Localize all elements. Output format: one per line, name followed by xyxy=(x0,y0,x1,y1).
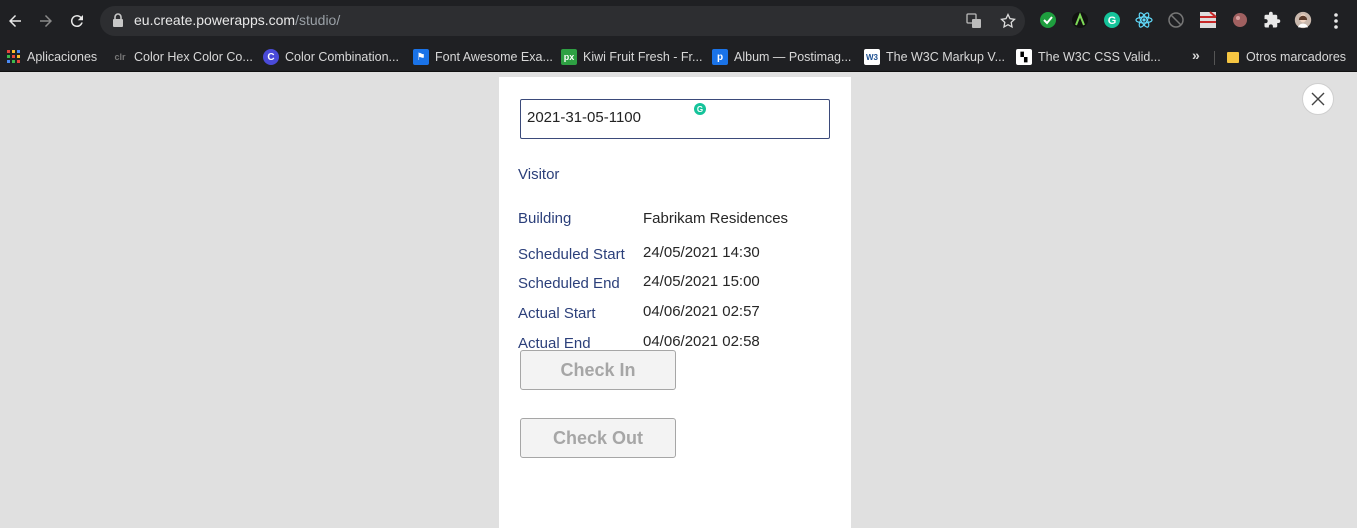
scheduled-start-label: Scheduled Start xyxy=(518,246,625,263)
bookmark-item[interactable]: W3 The W3C Markup V... xyxy=(864,47,1005,67)
record-name-field[interactable] xyxy=(527,109,817,126)
ext-table-icon[interactable] xyxy=(1199,11,1217,29)
bookmark-label: The W3C CSS Valid... xyxy=(1038,50,1161,64)
forward-button[interactable] xyxy=(35,10,57,32)
bookmark-item[interactable]: px Kiwi Fruit Fresh - Fr... xyxy=(561,47,702,67)
arrow-left-icon xyxy=(9,15,21,27)
check-out-button[interactable]: Check Out xyxy=(520,418,676,458)
arrow-right-icon xyxy=(40,15,52,27)
bookmark-label: Font Awesome Exa... xyxy=(435,50,553,64)
bookmark-item[interactable]: Aplicaciones xyxy=(7,47,97,67)
ext-figure-icon[interactable] xyxy=(1071,11,1089,29)
svg-text:G: G xyxy=(1108,15,1117,27)
translate-icon[interactable] xyxy=(966,13,982,29)
more-vert-icon[interactable] xyxy=(1329,11,1343,31)
star-icon[interactable] xyxy=(1000,13,1016,29)
actual-start-label: Actual Start xyxy=(518,305,596,322)
bookmark-label: Kiwi Fruit Fresh - Fr... xyxy=(583,50,703,64)
apps-grid-icon xyxy=(7,50,20,63)
browser-toolbar: eu.create.powerapps.com/studio/ G xyxy=(0,0,1357,42)
bookmark-item[interactable]: ▚ The W3C CSS Valid... xyxy=(1016,47,1161,67)
more-bookmarks-chevron[interactable]: » xyxy=(1192,47,1200,63)
bookmark-item[interactable]: ⚑ Font Awesome Exa... xyxy=(413,47,553,67)
bookmark-label: The W3C Markup V... xyxy=(886,50,1006,64)
lock-icon xyxy=(113,13,123,27)
building-value: Fabrikam Residences xyxy=(643,210,789,227)
building-label: Building xyxy=(518,210,572,227)
close-icon xyxy=(1311,92,1325,106)
visitor-label: Visitor xyxy=(518,166,560,183)
check-in-button[interactable]: Check In xyxy=(520,350,676,390)
other-bookmarks-folder[interactable]: Otros marcadores xyxy=(1226,47,1346,67)
reload-icon xyxy=(70,15,83,28)
bookmark-label: Album — Postimag... xyxy=(734,50,852,64)
color-combination-icon: C xyxy=(263,49,279,65)
bookmark-item[interactable]: clr Color Hex Color Co... xyxy=(112,47,253,67)
record-name-input[interactable]: G xyxy=(520,99,830,139)
other-bookmarks-label: Otros marcadores xyxy=(1246,50,1347,64)
url-path: /studio/ xyxy=(295,12,341,28)
react-devtools-icon[interactable] xyxy=(1135,11,1153,29)
puzzle-extensions-icon[interactable] xyxy=(1263,11,1281,29)
url-text: eu.create.powerapps.com/studio/ xyxy=(134,12,340,28)
bookmark-item[interactable]: p Album — Postimag... xyxy=(712,47,851,67)
w3c-css-icon: ▚ xyxy=(1016,49,1032,65)
actual-start-value: 04/06/2021 02:57 xyxy=(643,303,760,320)
flag-icon: ⚑ xyxy=(413,49,429,65)
grammarly-icon[interactable]: G xyxy=(694,103,706,115)
app-canvas: G Visitor Building Fabrikam Residences S… xyxy=(499,77,851,528)
reload-button[interactable] xyxy=(66,10,88,32)
scheduled-start-value: 24/05/2021 14:30 xyxy=(643,244,760,261)
ext-red-dot-icon[interactable] xyxy=(1231,11,1249,29)
bookmark-label: Color Hex Color Co... xyxy=(134,50,253,64)
bookmark-separator xyxy=(1214,51,1215,65)
ext-disabled-icon[interactable] xyxy=(1167,11,1185,29)
actual-end-value: 04/06/2021 02:58 xyxy=(643,333,760,350)
w3c-icon: W3 xyxy=(864,49,880,65)
bookmark-label: Aplicaciones xyxy=(27,50,98,64)
postimage-icon: p xyxy=(712,49,728,65)
close-button[interactable] xyxy=(1302,83,1334,115)
bookmark-label: Color Combination... xyxy=(285,50,399,64)
back-button[interactable] xyxy=(4,10,26,32)
colorhex-icon: clr xyxy=(114,52,126,62)
bookmarks-bar: Aplicaciones clr Color Hex Color Co... C… xyxy=(0,42,1357,72)
address-bar[interactable]: eu.create.powerapps.com/studio/ xyxy=(100,6,1025,36)
url-host: eu.create.powerapps.com xyxy=(134,12,296,28)
grammarly-ext-icon[interactable]: G xyxy=(1103,11,1121,29)
scheduled-end-label: Scheduled End xyxy=(518,275,620,292)
folder-icon xyxy=(1227,52,1239,63)
scheduled-end-value: 24/05/2021 15:00 xyxy=(643,273,760,290)
ext-check-icon[interactable] xyxy=(1039,11,1057,29)
profile-avatar[interactable] xyxy=(1294,11,1312,29)
bookmark-item[interactable]: C Color Combination... xyxy=(263,47,399,67)
pixabay-icon: px xyxy=(561,49,577,65)
